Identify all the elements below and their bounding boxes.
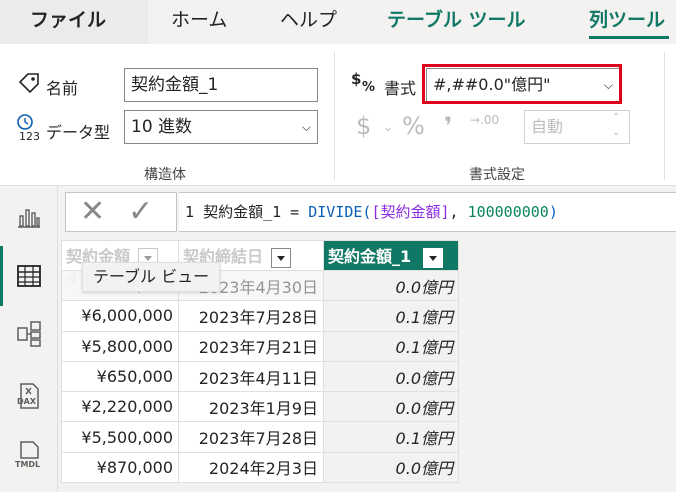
comma-style-icon[interactable]: ❜ <box>444 112 452 140</box>
datatype-select[interactable]: 10 進数 ⌵ <box>124 110 318 144</box>
name-label: 名前 <box>46 79 79 98</box>
tag-icon <box>18 73 39 94</box>
formula-number: 100000000 <box>467 203 549 221</box>
filter-dropdown-icon[interactable] <box>271 247 292 268</box>
table-cell[interactable]: 2023年7月28日 <box>178 421 324 453</box>
formula-bar: ✕ ✓ 1 契約金額_1 = DIVIDE([契約金額], 100000000) <box>58 186 676 236</box>
table-view-icon[interactable] <box>15 262 43 290</box>
ribbon-separator <box>334 52 335 180</box>
cancel-formula-icon[interactable]: ✕ <box>80 196 105 228</box>
ribbon-tab-bar: ファイル ホーム ヘルプ テーブル ツール 列ツール <box>0 0 676 44</box>
table-cell[interactable]: 0.1億円 <box>323 421 459 453</box>
report-view-icon[interactable] <box>15 202 43 230</box>
currency-icon[interactable]: $ <box>356 112 371 140</box>
table-cell[interactable]: 0.0億円 <box>323 269 459 302</box>
column-header-label: 契約金額_1 <box>328 247 412 267</box>
datatype-value: 10 進数 <box>131 117 193 137</box>
formula-close: ) <box>548 203 558 221</box>
tab-table-tools[interactable]: テーブル ツール <box>387 0 525 44</box>
table-cell[interactable]: 0.0億円 <box>323 451 459 484</box>
svg-text:$: $ <box>351 70 361 88</box>
auto-value: 自動 <box>531 117 564 136</box>
table-row: ¥650,000 2023年4月11日 0.0億円 <box>61 360 459 393</box>
structure-group-label: 構造体 <box>144 167 186 183</box>
formula-line-number: 1 <box>185 203 195 221</box>
table-cell[interactable]: 2023年7月28日 <box>178 300 324 332</box>
table-row: ¥870,000 2024年2月3日 0.0億円 <box>61 451 459 484</box>
power-bi-desktop-window: ファイル ホーム ヘルプ テーブル ツール 列ツール 名前 契約金額_1 123… <box>0 0 676 492</box>
filter-dropdown-icon[interactable] <box>423 247 444 268</box>
tmdl-view-icon[interactable]: TMDL <box>15 440 43 468</box>
spinner-icon[interactable]: ⌃ ⌄ <box>612 110 620 140</box>
table-cell[interactable]: 2024年2月3日 <box>178 451 324 484</box>
table-row: ¥2,220,000 2023年1月9日 0.0億円 <box>61 391 459 423</box>
format-label: 書式 <box>384 79 417 98</box>
table-cell[interactable]: 0.1億円 <box>323 300 459 332</box>
dax-query-icon[interactable]: DAX <box>15 382 43 410</box>
tab-column-tools-label: 列ツール <box>589 9 666 31</box>
table-row: ¥5,800,000 2023年7月21日 0.1億円 <box>61 330 459 362</box>
table-cell[interactable]: 2023年4月11日 <box>178 360 324 393</box>
data-type-icon: 123 <box>17 114 40 142</box>
percent-icon[interactable]: % <box>402 112 425 140</box>
formula-buttons: ✕ ✓ <box>65 192 177 232</box>
table-cell[interactable]: ¥870,000 <box>61 451 179 484</box>
active-view-indicator <box>0 246 3 306</box>
column-name-input[interactable]: 契約金額_1 <box>124 68 318 102</box>
table-row: ¥5,500,000 2023年7月28日 0.1億円 <box>61 421 459 453</box>
formula-equals: = <box>281 203 309 221</box>
formula-measure-name: 契約金額_1 <box>203 203 282 221</box>
formula-input[interactable]: 1 契約金額_1 = DIVIDE([契約金額], 100000000) <box>179 192 676 232</box>
table-cell[interactable]: ¥5,500,000 <box>61 421 179 453</box>
table-cell[interactable]: 2023年1月9日 <box>178 391 324 423</box>
formula-separator: , <box>449 203 468 221</box>
chevron-down-icon: ⌵ <box>301 120 311 134</box>
tab-column-tools[interactable]: 列ツール <box>589 0 669 44</box>
table-row: ¥6,000,000 2023年7月28日 0.1億円 <box>61 300 459 332</box>
view-rail: DAX TMDL <box>0 186 58 492</box>
model-view-icon[interactable] <box>15 320 43 348</box>
tab-file[interactable]: ファイル <box>0 0 148 44</box>
active-tab-underline <box>589 36 669 39</box>
format-icon: $ % <box>351 70 375 94</box>
tab-help[interactable]: ヘルプ <box>280 0 337 44</box>
format-group-label: 書式設定 <box>469 167 525 183</box>
formula-function: DIVIDE( <box>308 203 372 221</box>
table-cell[interactable]: 2023年7月21日 <box>178 330 324 362</box>
table-cell[interactable]: ¥6,000,000 <box>61 300 179 332</box>
table-cell[interactable]: ¥650,000 <box>61 360 179 393</box>
svg-text:123: 123 <box>19 130 40 142</box>
table-cell[interactable]: 0.0億円 <box>323 360 459 393</box>
column-header-selected[interactable]: 契約金額_1 <box>323 240 459 271</box>
table-cell[interactable]: ¥5,800,000 <box>61 330 179 362</box>
ribbon: 名前 契約金額_1 123 データ型 10 進数 ⌵ 構造体 $ % 書式 #,… <box>0 44 676 186</box>
table-cell[interactable]: 0.0億円 <box>323 391 459 423</box>
commit-formula-icon[interactable]: ✓ <box>128 196 153 228</box>
decimal-places-icon[interactable]: →.00 <box>470 114 499 126</box>
chevron-down-icon[interactable]: ⌄ <box>383 120 393 134</box>
table-view-tooltip: テーブル ビュー <box>82 262 221 292</box>
svg-text:DAX: DAX <box>17 397 37 406</box>
format-highlight-box <box>422 64 622 104</box>
tooltip-arrow <box>66 270 76 286</box>
table-cell[interactable]: 0.1億円 <box>323 330 459 362</box>
tab-home[interactable]: ホーム <box>171 0 227 44</box>
svg-text:%: % <box>362 80 375 94</box>
datatype-label: データ型 <box>46 123 111 142</box>
formula-column-ref: [契約金額] <box>371 203 450 221</box>
table-body: ¥410,0002023年4月30日0.0億円¥6,000,0002023年7月… <box>61 269 459 484</box>
ribbon-separator <box>664 52 665 180</box>
table-cell[interactable]: ¥2,220,000 <box>61 391 179 423</box>
svg-text:TMDL: TMDL <box>15 460 40 468</box>
